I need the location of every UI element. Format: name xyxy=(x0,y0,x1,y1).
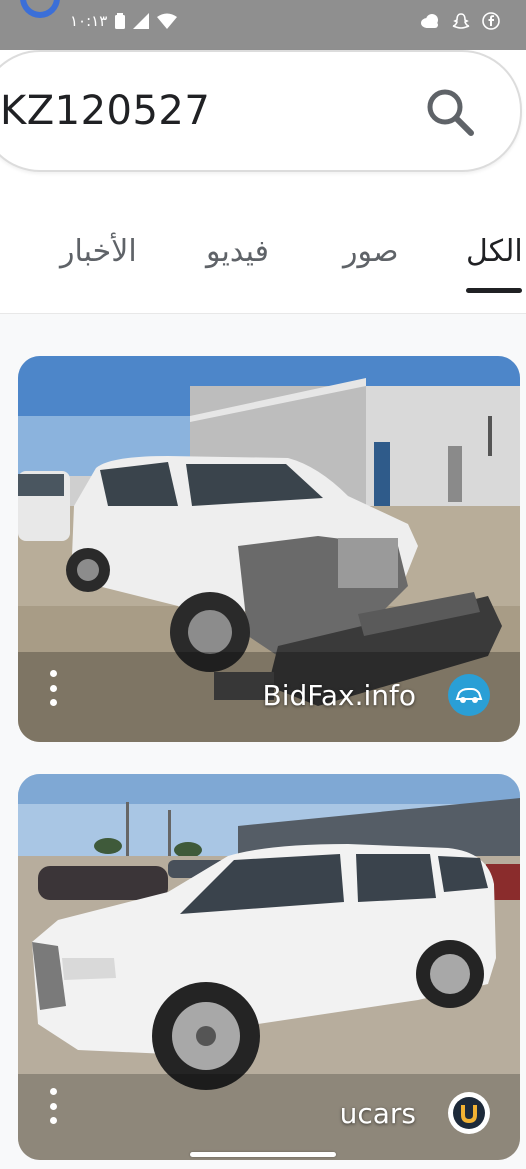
tab-all[interactable]: الكل xyxy=(466,234,523,269)
search-query-text[interactable]: KZ120527 xyxy=(0,88,210,134)
status-left: ١٠:١٣ xyxy=(70,12,178,30)
app-logo-icon xyxy=(20,0,60,18)
result-source-label[interactable]: ucars xyxy=(340,1097,416,1130)
car-icon xyxy=(448,674,490,716)
search-bar[interactable]: KZ120527 xyxy=(0,50,522,172)
more-options-icon[interactable] xyxy=(48,1088,58,1124)
status-time: ١٠:١٣ xyxy=(70,12,108,30)
tab-images[interactable]: صور xyxy=(343,234,398,269)
signal-icon xyxy=(133,13,150,29)
facebook-icon xyxy=(482,12,500,30)
image-result-card[interactable]: BidFax.info xyxy=(18,356,520,742)
battery-icon xyxy=(115,13,126,29)
result-photo[interactable] xyxy=(18,774,520,1160)
more-options-icon[interactable] xyxy=(48,670,58,706)
cloud-icon xyxy=(420,14,440,28)
tab-videos[interactable]: فيديو xyxy=(206,234,269,269)
image-result-card[interactable]: ucars xyxy=(18,774,520,1160)
result-source-label[interactable]: BidFax.info xyxy=(263,679,416,712)
tab-news[interactable]: الأخبار xyxy=(60,234,137,269)
home-indicator[interactable] xyxy=(190,1152,336,1157)
wifi-icon xyxy=(157,13,178,29)
status-bar: ١٠:١٣ xyxy=(0,0,526,50)
screen: ١٠:١٣ KZ120527 الكل صور فيديو الأخبار Bi… xyxy=(0,0,526,1169)
search-tabs: الكل صور فيديو الأخبار xyxy=(0,230,526,300)
search-icon[interactable] xyxy=(424,86,476,142)
u-logo-icon xyxy=(448,1092,490,1134)
status-right xyxy=(420,12,500,30)
active-tab-indicator xyxy=(466,288,522,293)
snapchat-icon xyxy=(452,12,470,30)
